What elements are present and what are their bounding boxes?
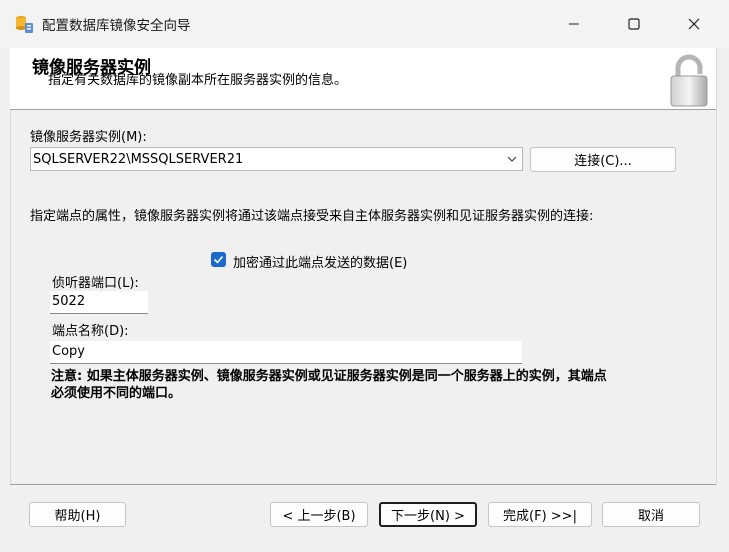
port-note-line1: 注意: 如果主体服务器实例、镜像服务器实例或见证服务器实例是同一个服务器上的实例… bbox=[51, 369, 607, 384]
lock-icon bbox=[670, 54, 708, 107]
endpoint-name-label: 端点名称(D): bbox=[52, 324, 129, 339]
next-button[interactable]: 下一步(N) > bbox=[379, 502, 477, 527]
endpoint-name-input[interactable]: Copy bbox=[50, 341, 522, 364]
listener-port-input[interactable]: 5022 bbox=[50, 291, 148, 314]
encrypt-checkbox[interactable] bbox=[211, 252, 226, 267]
database-wizard-icon bbox=[16, 16, 33, 33]
server-instance-label: 镜像服务器实例(M): bbox=[30, 130, 147, 145]
connect-button[interactable]: 连接(C)... bbox=[530, 147, 676, 172]
close-icon bbox=[688, 18, 700, 30]
encrypt-label[interactable]: 加密通过此端点发送的数据(E) bbox=[233, 252, 407, 271]
back-button[interactable]: < 上一步(B) bbox=[270, 502, 368, 527]
server-instance-value: SQLSERVER22\MSSQLSERVER21 bbox=[33, 152, 244, 167]
server-instance-select[interactable]: SQLSERVER22\MSSQLSERVER21 bbox=[30, 147, 523, 171]
endpoint-name-value: Copy bbox=[52, 344, 85, 359]
close-button[interactable] bbox=[666, 0, 722, 48]
listener-port-label: 侦听器端口(L): bbox=[52, 276, 139, 291]
chevron-down-icon bbox=[507, 156, 517, 162]
port-note: 注意: 如果主体服务器实例、镜像服务器实例或见证服务器实例是同一个服务器上的实例… bbox=[51, 368, 711, 402]
checkmark-icon bbox=[213, 255, 224, 264]
finish-button[interactable]: 完成(F) >>| bbox=[488, 502, 592, 527]
minimize-button[interactable] bbox=[546, 0, 602, 48]
listener-port-value: 5022 bbox=[52, 294, 86, 309]
window-title: 配置数据库镜像安全向导 bbox=[42, 18, 191, 34]
page-header: 镜像服务器实例 指定有关数据库的镜像副本所在服务器实例的信息。 bbox=[10, 48, 716, 110]
endpoint-description: 指定端点的属性，镜像服务器实例将通过该端点接受来自主体服务器实例和见证服务器实例… bbox=[30, 209, 594, 224]
help-button[interactable]: 帮助(H) bbox=[29, 502, 126, 527]
maximize-button[interactable] bbox=[606, 0, 662, 48]
title-bar: 配置数据库镜像安全向导 bbox=[0, 0, 729, 48]
footer-divider bbox=[10, 484, 716, 485]
maximize-icon bbox=[628, 18, 640, 30]
port-note-line2: 必须使用不同的端口。 bbox=[51, 386, 182, 401]
cancel-button[interactable]: 取消 bbox=[602, 502, 700, 527]
page-subtitle: 指定有关数据库的镜像副本所在服务器实例的信息。 bbox=[48, 73, 348, 88]
minimize-icon bbox=[569, 23, 579, 25]
